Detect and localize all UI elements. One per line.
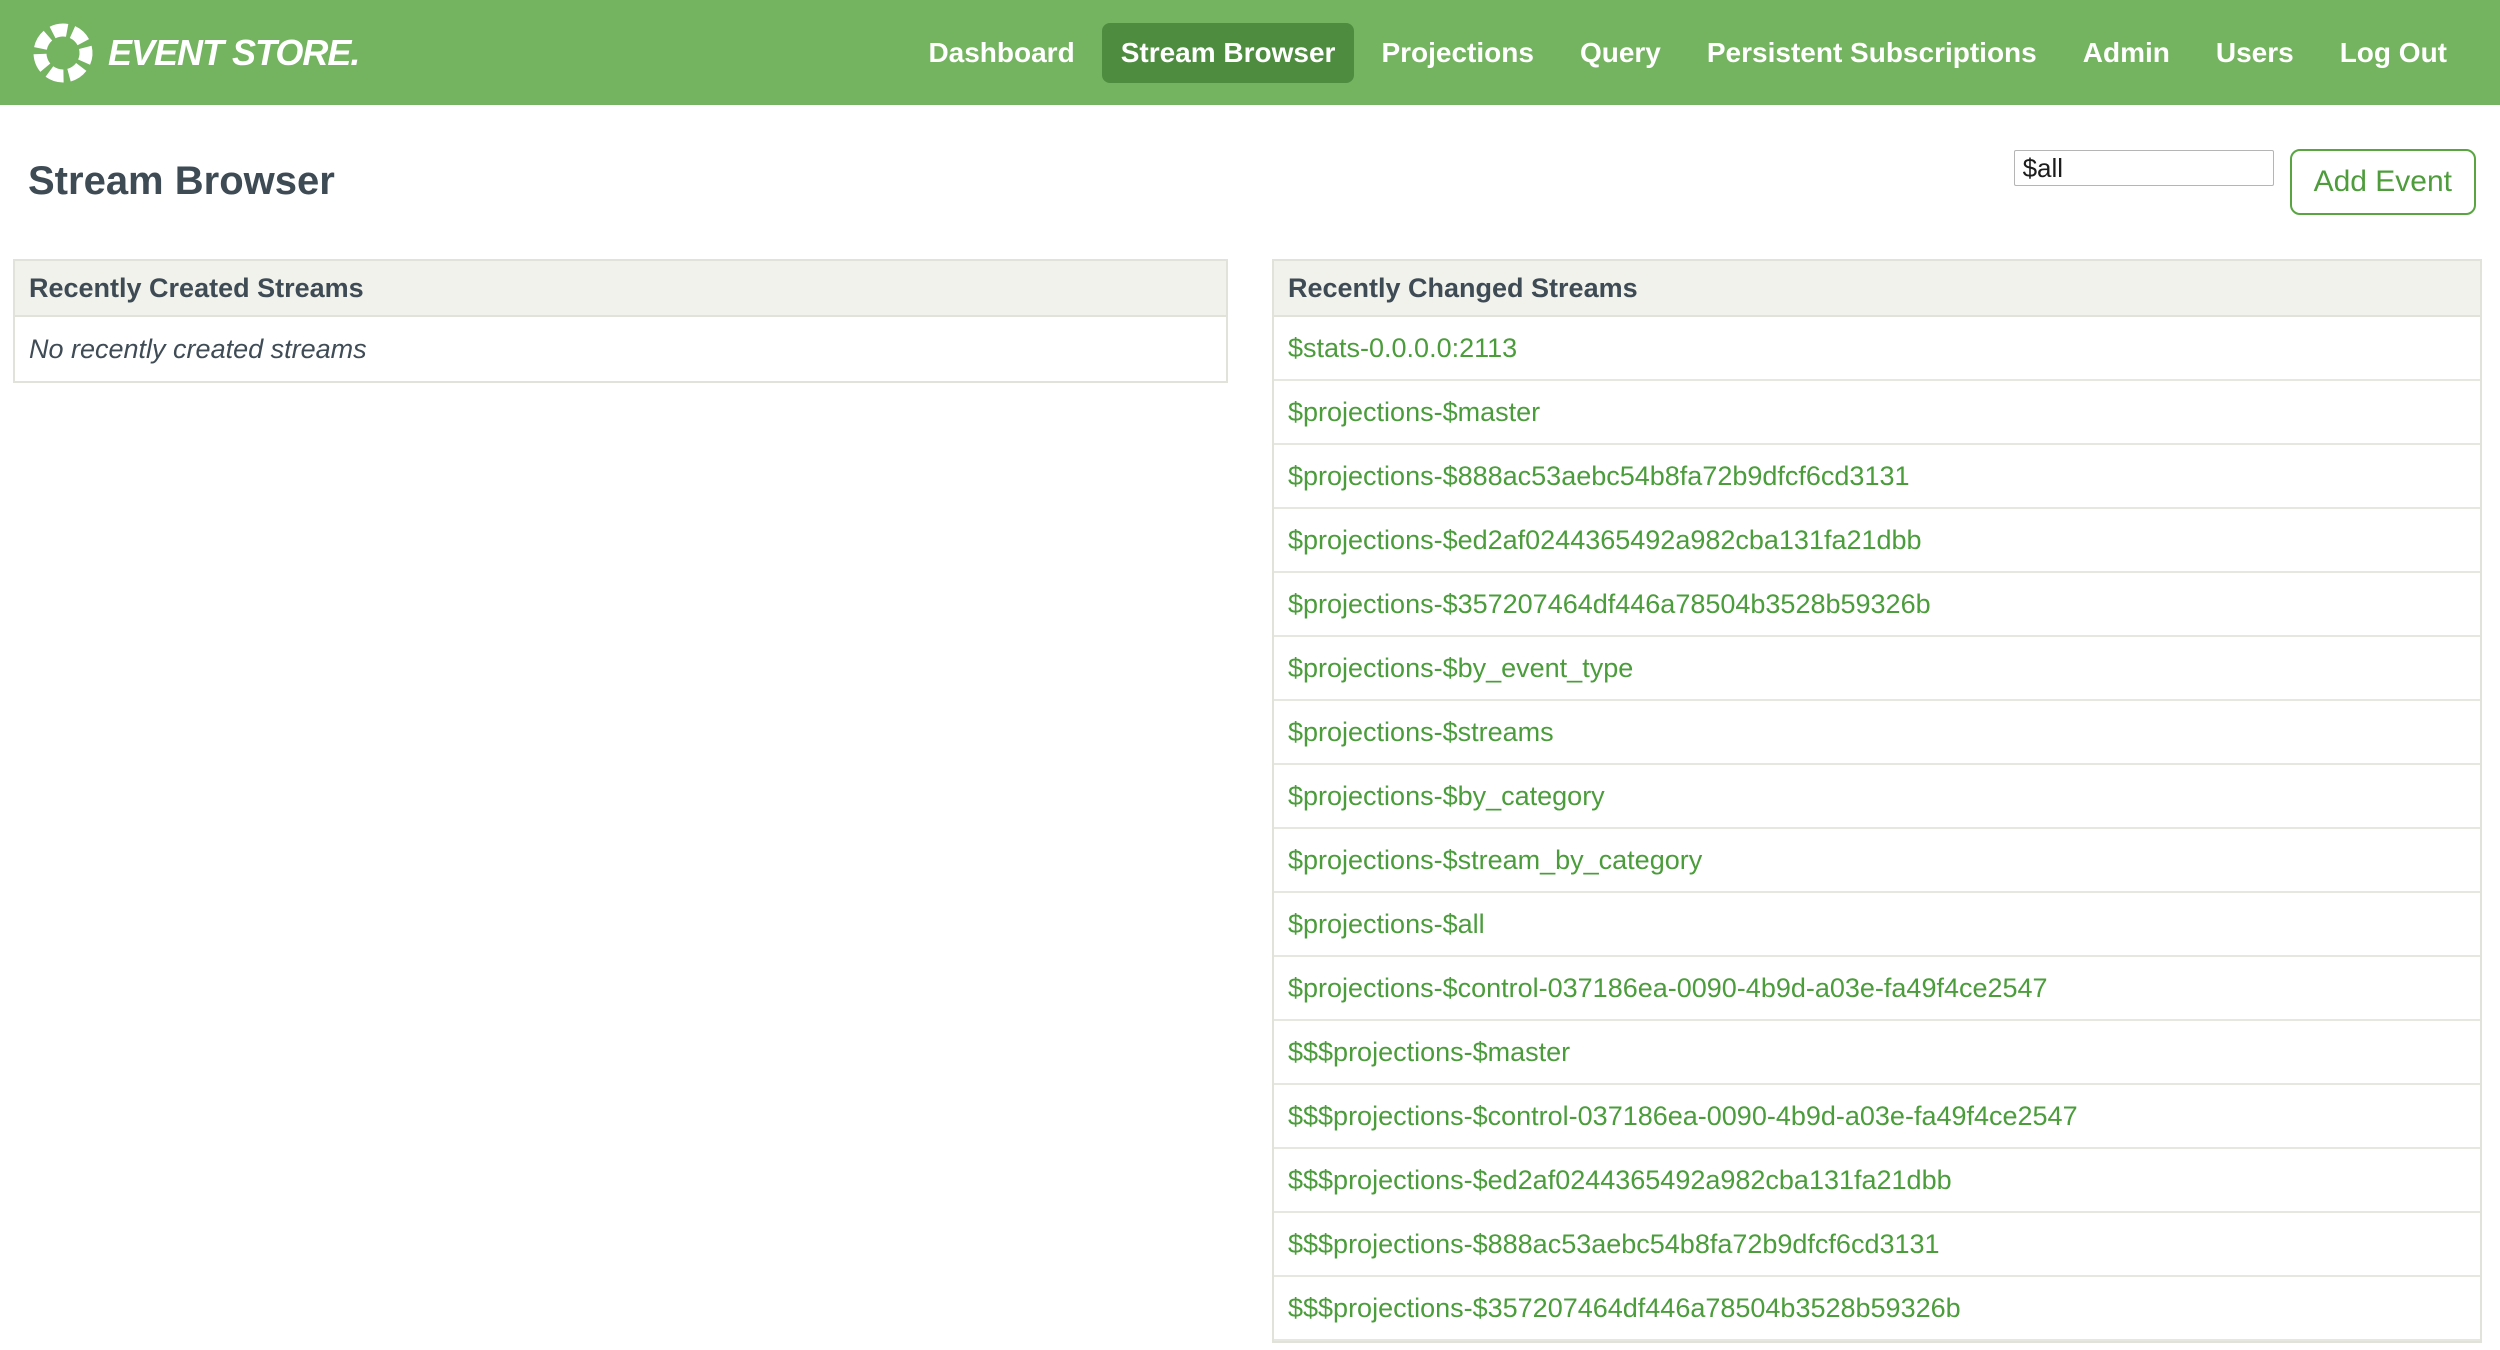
stream-link[interactable]: $projections-$control-037186ea-0090-4b9d… [1288, 973, 2048, 1004]
stream-row: $$$projections-$888ac53aebc54b8fa72b9dfc… [1274, 1213, 2480, 1277]
stream-link[interactable]: $projections-$357207464df446a78504b3528b… [1288, 589, 1931, 620]
stream-link[interactable]: $projections-$stream_by_category [1288, 845, 1702, 876]
nav-item[interactable]: Query [1561, 23, 1680, 83]
empty-streams-row: No recently created streams [15, 317, 1226, 381]
stream-row: $projections-$357207464df446a78504b3528b… [1274, 573, 2480, 637]
stream-row: $projections-$888ac53aebc54b8fa72b9dfcf6… [1274, 445, 2480, 509]
recently-created-streams-panel: Recently Created Streams No recently cre… [13, 259, 1228, 383]
stream-row: $$$projections-$master [1274, 1021, 2480, 1085]
stream-row: $projections-$stream_by_category [1274, 829, 2480, 893]
nav-item[interactable]: Projections [1362, 23, 1552, 83]
nav-item[interactable]: Stream Browser [1101, 22, 1355, 83]
stream-link[interactable]: $projections-$all [1288, 909, 1485, 940]
stream-row: $projections-$control-037186ea-0090-4b9d… [1274, 957, 2480, 1021]
nav-item[interactable]: Persistent Subscriptions [1688, 23, 2056, 83]
nav-item[interactable]: Admin [2064, 23, 2189, 83]
stream-controls: Add Event [2013, 149, 2476, 215]
stream-row: $projections-$streams [1274, 701, 2480, 765]
stream-row: $projections-$by_category [1274, 765, 2480, 829]
stream-link[interactable]: $projections-$by_category [1288, 781, 1605, 812]
eventstore-brand: EVENT STORE. [30, 20, 360, 86]
stream-link[interactable]: $$$projections-$control-037186ea-0090-4b… [1288, 1101, 2078, 1132]
recently-changed-streams-list: $stats-0.0.0.0:2113 $projections-$master… [1274, 317, 2480, 1341]
stream-row: $$$projections-$ed2af0244365492a982cba13… [1274, 1149, 2480, 1213]
page-title: Stream Browser [28, 159, 335, 203]
nav-item[interactable]: Log Out [2321, 23, 2466, 83]
stream-link[interactable]: $projections-$ed2af0244365492a982cba131f… [1288, 525, 1922, 556]
stream-link[interactable]: $$$projections-$357207464df446a78504b352… [1288, 1293, 1961, 1324]
page-header-row: Stream Browser Add Event [0, 105, 2500, 215]
stream-link[interactable]: $projections-$888ac53aebc54b8fa72b9dfcf6… [1288, 461, 1910, 492]
no-streams-message: No recently created streams [29, 333, 367, 364]
stream-row: $projections-$by_event_type [1274, 637, 2480, 701]
stream-link[interactable]: $projections-$master [1288, 397, 1540, 428]
panels-row: Recently Created Streams No recently cre… [0, 259, 2500, 1343]
stream-row: $$$projections-$control-037186ea-0090-4b… [1274, 1085, 2480, 1149]
stream-link[interactable]: $$$projections-$888ac53aebc54b8fa72b9dfc… [1288, 1229, 1940, 1260]
recently-created-streams-header: Recently Created Streams [15, 261, 1226, 317]
stream-row: $projections-$all [1274, 893, 2480, 957]
stream-link[interactable]: $$$projections-$master [1288, 1037, 1570, 1068]
stream-link[interactable]: $projections-$by_event_type [1288, 653, 1633, 684]
recently-changed-streams-header: Recently Changed Streams [1274, 261, 2480, 317]
eventstore-wordmark: EVENT STORE. [108, 31, 360, 73]
stream-link[interactable]: $$$projections-$ed2af0244365492a982cba13… [1288, 1165, 1952, 1196]
stream-name-input[interactable] [2013, 150, 2274, 186]
stream-row: $stats-0.0.0.0:2113 [1274, 317, 2480, 381]
recently-changed-streams-panel: Recently Changed Streams $stats-0.0.0.0:… [1272, 259, 2482, 1343]
stream-row: $projections-$ed2af0244365492a982cba131f… [1274, 509, 2480, 573]
stream-row: $projections-$master [1274, 381, 2480, 445]
add-event-button[interactable]: Add Event [2289, 149, 2476, 215]
stream-link[interactable]: $projections-$streams [1288, 717, 1554, 748]
eventstore-logo-icon [33, 23, 93, 82]
stream-row: $$$projections-$357207464df446a78504b352… [1274, 1277, 2480, 1341]
nav-item[interactable]: Dashboard [909, 23, 1093, 83]
nav-item[interactable]: Users [2197, 23, 2313, 83]
stream-link[interactable]: $stats-0.0.0.0:2113 [1288, 333, 1517, 364]
main-nav: Dashboard Stream Browser Projections Que… [909, 22, 2466, 83]
top-navigation-bar: EVENT STORE. Dashboard Stream Browser Pr… [0, 0, 2500, 105]
